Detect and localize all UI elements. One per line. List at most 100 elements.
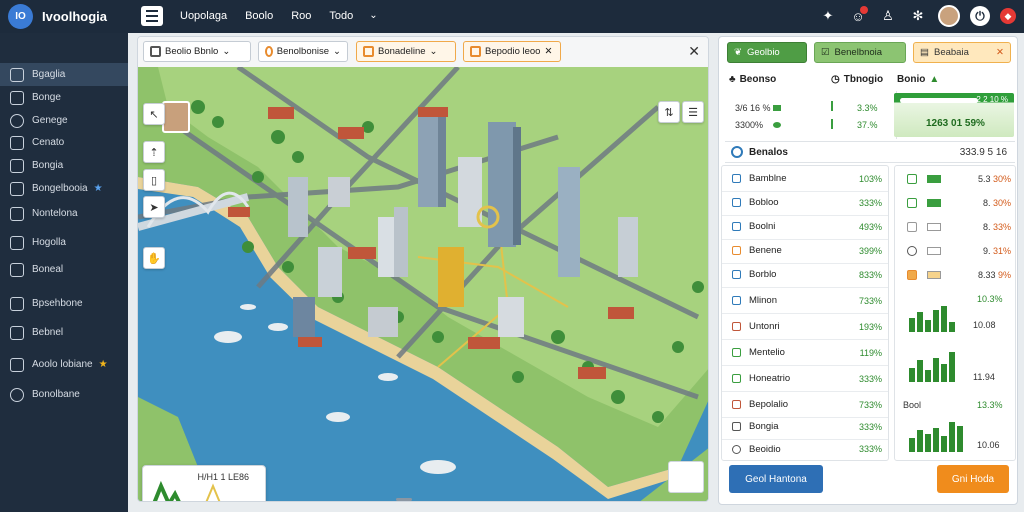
sidebar-item-3[interactable]: Genege — [0, 109, 128, 132]
city-map[interactable]: ↖ ⇡ ▯ ➤ ✋ ⇅ ☰ H/H1 1 LE86 — [138, 64, 708, 501]
mini-chart-widget[interactable]: H/H1 1 LE86 — [142, 465, 266, 501]
menu-icon[interactable] — [141, 6, 163, 26]
map-tab-4[interactable]: Bepodio leoo ✕ — [463, 41, 561, 62]
power-icon[interactable]: ⏻ — [970, 6, 990, 26]
list-item[interactable]: Bamblne 103% — [722, 166, 888, 192]
summary-left-title: ♣ Beonso — [729, 74, 777, 85]
up-arrow-icon: ▲ — [929, 74, 940, 85]
pointer-icon[interactable]: ⇡ — [143, 141, 165, 163]
status-swatch — [927, 175, 941, 183]
scrollbar[interactable] — [396, 498, 412, 501]
sidebar-item-6[interactable]: Bongelbooia ★ — [0, 177, 128, 200]
alert-badge-icon[interactable]: ◆ — [1000, 8, 1016, 24]
user-avatar[interactable] — [938, 5, 960, 27]
chevron-down-icon[interactable]: ⌄ — [369, 10, 377, 22]
sidebar-item-2[interactable]: Bonge — [0, 86, 128, 109]
status-swatch — [927, 223, 941, 231]
close-icon[interactable]: ✕ — [996, 47, 1004, 58]
bell-icon — [10, 357, 24, 372]
summary-right-title: Bonio ▲ — [897, 74, 940, 85]
status-swatch — [927, 199, 941, 207]
sidebar-item-7[interactable]: Nontelona — [0, 202, 128, 225]
top-menu-item-4[interactable]: Todo — [329, 10, 353, 22]
table-icon — [10, 325, 24, 340]
list-item[interactable]: Bobloo 333% — [722, 190, 888, 216]
sidebar-item-1[interactable]: Bgaglia — [0, 63, 128, 86]
status-swatch — [927, 271, 941, 279]
list-icon — [732, 444, 741, 454]
map-tab-3[interactable]: Bonadeline ⌄ — [356, 41, 456, 62]
list-icon — [732, 222, 741, 231]
map-user-avatar[interactable] — [162, 101, 190, 133]
notification-icon[interactable]: ☺ — [848, 6, 868, 26]
top-menu-item-2[interactable]: Boolo — [245, 10, 273, 22]
list-item[interactable]: Untonri 193% — [722, 314, 888, 340]
list-icon — [732, 270, 741, 279]
list-item[interactable]: Mentelio 119% — [722, 340, 888, 366]
status-dot — [773, 122, 781, 128]
home-icon — [10, 90, 24, 105]
sidebar-item-10[interactable]: Bpsehbone — [0, 292, 128, 315]
status-square — [773, 105, 781, 111]
spark-row[interactable]: 8. 30% — [907, 192, 1011, 214]
list-item[interactable]: Boolni 493% — [722, 214, 888, 240]
list-item[interactable]: Honeatrio 333% — [722, 366, 888, 392]
cursor-icon[interactable]: ➤ — [143, 196, 165, 218]
spark-row[interactable]: 5.3 30% — [907, 168, 1011, 190]
sidebar-item-12[interactable]: Aoolo lobiane ★ — [0, 353, 128, 376]
bar-chart-3 — [909, 416, 963, 452]
link-icon — [10, 235, 24, 250]
list-item[interactable]: Borblo 833% — [722, 262, 888, 288]
users-icon[interactable]: ♙ — [878, 6, 898, 26]
summary-tick — [831, 119, 833, 129]
grid-icon — [10, 67, 24, 82]
spark-row[interactable]: 9. 31% — [907, 240, 1011, 262]
hand-icon[interactable]: ✋ — [143, 247, 165, 269]
sidebar-item-9[interactable]: Boneal — [0, 258, 128, 281]
filter-icon[interactable]: ☰ — [682, 101, 704, 123]
secondary-action-button[interactable]: Gni Hoda — [937, 465, 1009, 493]
map-thumbnail-button[interactable] — [668, 461, 704, 493]
map-tab-1[interactable]: Beolio Bbnlo ⌄ — [143, 41, 251, 62]
map-tab-2[interactable]: Benolbonise ⌄ — [258, 41, 348, 62]
chart-label: Bool — [903, 400, 922, 410]
sidebar-item-8[interactable]: Hogolla — [0, 231, 128, 254]
right-tab-2[interactable]: ☑ Benelbnoia — [814, 42, 906, 63]
chart-value: 10.3% — [977, 294, 1003, 304]
summary-row-1: 3/6 16 % 3.3% — [735, 103, 878, 113]
app-logo[interactable]: IO — [8, 4, 33, 29]
spark-card: 5.3 30% 8. 30% 8. 33% 9. 31% 8.33 9% 10.… — [894, 165, 1016, 461]
list-item[interactable]: Benene 399% — [722, 238, 888, 264]
puzzle-icon[interactable]: ✦ — [818, 6, 838, 26]
sidebar-item-4[interactable]: Cenato — [0, 131, 128, 154]
right-panel: ❦ Geolbio ☑ Benelbnoia ▤ Beabaia ✕ ♣ Beonso ◷… — [718, 36, 1018, 505]
close-icon: ✕ — [544, 46, 553, 57]
building-icon — [470, 46, 481, 57]
right-tab-1[interactable]: ❦ Geolbio — [727, 42, 807, 63]
info-icon — [731, 146, 743, 158]
layers-icon[interactable]: ⇅ — [658, 101, 680, 123]
summary-tick — [831, 101, 833, 111]
document-icon[interactable]: ▯ — [143, 169, 165, 191]
top-menu-item-3[interactable]: Roo — [291, 10, 311, 22]
primary-action-button[interactable]: Geol Hantona — [729, 465, 823, 493]
star-icon: ★ — [98, 359, 108, 370]
list-item[interactable]: Beoidio 333% — [722, 436, 888, 462]
folder-icon — [10, 262, 24, 277]
map-tabs: Beolio Bbnlo ⌄ Benolbonise ⌄ Bonadeline ⌄ B… — [138, 37, 708, 67]
close-icon[interactable]: ✕ — [688, 43, 700, 60]
sidebar-item-13[interactable]: Bonolbane — [0, 383, 128, 406]
spark-row[interactable]: 8.33 9% — [907, 264, 1011, 286]
top-right-tools: ✦ ☺ ♙ ✻ ⏻ ◆ — [818, 5, 1016, 27]
sidebar-item-11[interactable]: Bebnel — [0, 321, 128, 344]
list-item[interactable]: Mlinon 733% — [722, 288, 888, 314]
chart-value: 11.94 — [973, 372, 995, 382]
spark-row[interactable]: 8. 33% — [907, 216, 1011, 238]
chevron-down-icon: ⌄ — [333, 46, 341, 57]
settings-icon[interactable]: ✻ — [908, 6, 928, 26]
compass-icon[interactable]: ↖ — [143, 103, 165, 125]
green-card-value: 1263 01 59% — [926, 118, 985, 129]
top-menu-item-1[interactable]: Uopolaga — [180, 10, 227, 22]
sidebar-item-5[interactable]: Bongia — [0, 154, 128, 177]
right-tab-3[interactable]: ▤ Beabaia ✕ — [913, 42, 1011, 63]
